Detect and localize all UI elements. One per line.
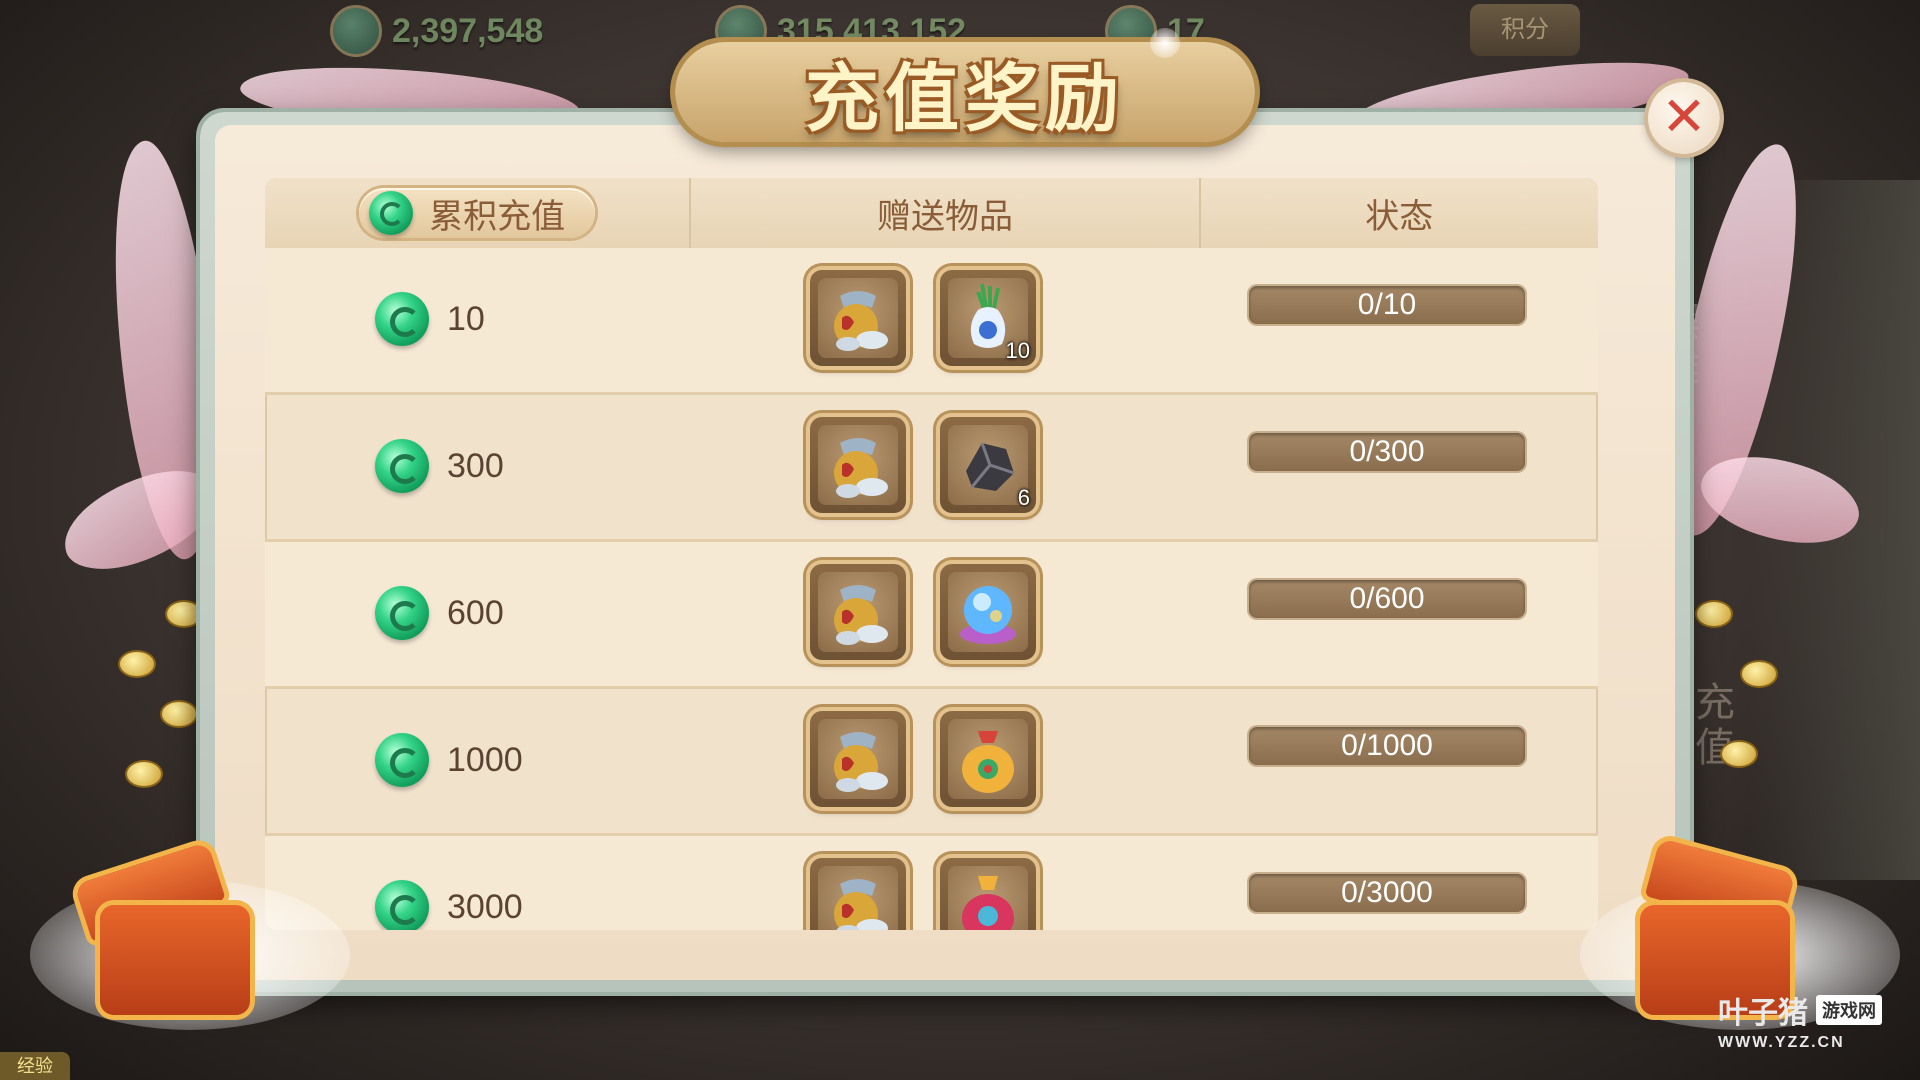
reward-table: 累积充值 赠送物品 状态 10 10 0/10 300 6 0/300 600 0/600 10… [265,178,1598,930]
gold-coin-decoration [1720,740,1758,768]
silver-ingot-bag-icon [818,572,898,652]
gift-item-slot[interactable] [810,858,906,930]
sparkle-icon [1150,28,1180,58]
gold-coin-decoration [1695,600,1733,628]
progress-bar: 0/1000 [1249,727,1525,765]
watermark-url: WWW.YZZ.CN [1718,1034,1845,1051]
column-header-status: 状态 [1365,197,1434,236]
gift-item-slot[interactable] [810,270,906,366]
recharge-amount: 300 [375,439,504,493]
progress-text: 0/10 [1357,288,1417,321]
watermark-brand: 叶子猪 [1718,997,1808,1030]
amount-value: 10 [447,299,485,338]
watermark: 叶子猪 游戏网 WWW.YZZ.CN [1718,988,1908,1052]
jade-icon [375,586,429,640]
exp-tag: 经验 [0,1052,70,1080]
contribution-value: 2,397,548 [392,11,544,50]
recharge-amount: 10 [375,292,485,346]
reward-row: 1000 0/1000 [265,689,1598,836]
gift-items [810,711,1036,807]
treasure-chest-icon [100,905,250,1015]
item-count: 6 [1017,485,1030,510]
progress-text: 0/3000 [1341,876,1433,909]
gift-item-slot[interactable] [940,711,1036,807]
table-header: 累积充值 赠送物品 状态 [265,178,1598,251]
recharge-amount: 1000 [375,733,523,787]
gift-item-slot[interactable]: 6 [940,417,1036,513]
gift-items [810,564,1036,660]
progress-bar: 0/600 [1249,580,1525,618]
column-header-cumulative: 累积充值 [265,178,689,248]
gold-coin-decoration [160,700,198,728]
gift-item-slot[interactable] [810,417,906,513]
gift-item-slot[interactable] [940,858,1036,930]
reward-row: 10 10 0/10 [265,248,1598,395]
close-button[interactable]: ✕ [1648,82,1720,154]
silver-ingot-bag-icon [818,866,898,930]
crystal-orb-icon [948,572,1028,652]
silver-ingot-bag-icon [818,425,898,505]
jade-icon [369,191,414,235]
gold-coin-decoration [165,600,203,628]
red-lucky-bag-icon [948,866,1028,930]
gift-item-slot[interactable] [810,711,906,807]
gift-items: 6 [810,417,1036,513]
reward-row: 600 0/600 [265,542,1598,689]
contribution-coin-icon [330,5,382,57]
amount-value: 1000 [447,740,523,779]
dark-ore-icon [948,425,1028,505]
gold-coin-decoration [1740,660,1778,688]
column-header-gifts: 赠送物品 [689,178,1201,248]
gold-coin-decoration [125,760,163,788]
silver-ingot-bag-icon [818,278,898,358]
gift-item-slot[interactable] [810,564,906,660]
jade-icon [375,292,429,346]
amount-value: 300 [447,446,504,485]
progress-text: 0/300 [1349,435,1425,468]
reward-row: 300 6 0/300 [265,395,1598,542]
gift-items [810,858,1036,930]
jade-icon [375,880,429,930]
progress-bar: 0/10 [1249,286,1525,324]
reward-row: 3000 0/3000 [265,836,1598,930]
item-count: 10 [1005,338,1030,363]
recharge-amount: 600 [375,586,504,640]
recharge-amount: 3000 [375,880,523,930]
jade-icon [375,733,429,787]
tab-label: 累积充值 [429,197,566,236]
progress-text: 0/600 [1349,582,1425,615]
amount-value: 600 [447,593,504,632]
gift-items: 10 [810,270,1036,366]
golden-lucky-bag-icon [948,719,1028,799]
watermark-tag: 游戏网 [1816,995,1882,1025]
points-button[interactable]: 积分 [1470,4,1580,56]
jade-icon [375,439,429,493]
progress-text: 0/1000 [1341,729,1433,762]
progress-bar: 0/300 [1249,433,1525,471]
silver-ingot-bag-icon [818,719,898,799]
gold-coin-decoration [118,650,156,678]
gift-item-slot[interactable]: 10 [940,270,1036,366]
contribution-currency: 2,397,548 [330,5,544,57]
gift-item-slot[interactable] [940,564,1036,660]
tab-cumulative-recharge[interactable]: 累积充值 [359,188,596,238]
amount-value: 3000 [447,887,523,926]
progress-bar: 0/3000 [1249,874,1525,912]
